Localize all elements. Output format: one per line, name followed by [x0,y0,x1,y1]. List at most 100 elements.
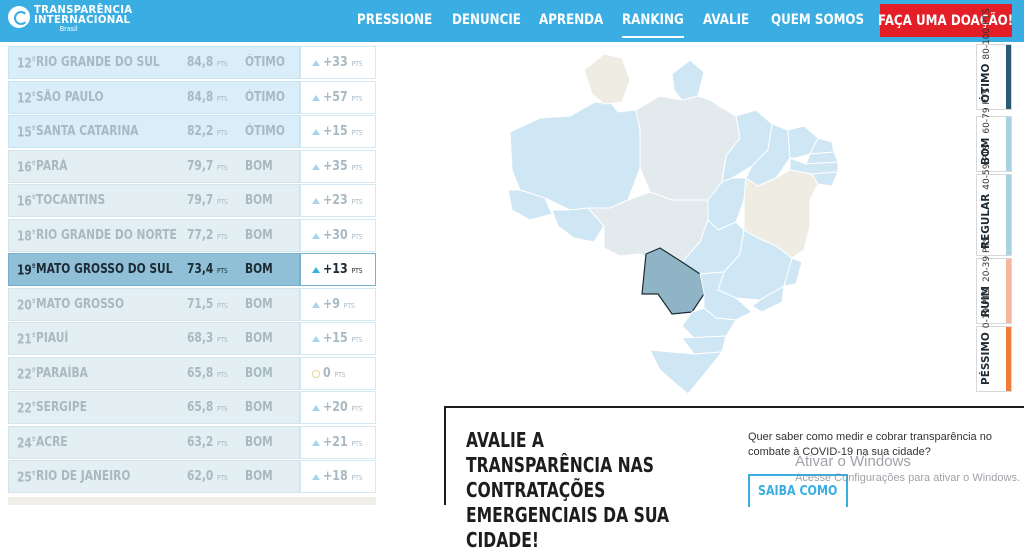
ranking-row[interactable]: 12º SÃO PAULO 84,8 PTS ÓTIMO +57 PTS [8,81,376,114]
banner-text: Quer saber como medir e cobrar transparê… [748,431,992,458]
ranking-row-main: 12º RIO GRANDE DO SUL 84,8 PTS ÓTIMO [8,46,300,79]
grade-legend: ÓTIMO80-100 PTS BOM60-79 PTS REGULAR40-5… [976,8,1012,394]
score-delta: +20 PTS [323,400,363,415]
ranking-row-main: 16º TOCANTINS 79,7 PTS BOM [8,184,300,217]
ranking-row-main: 12º SÃO PAULO 84,8 PTS ÓTIMO [8,81,300,114]
state-score: 62,0 PTS [187,469,228,484]
ranking-row[interactable]: 19º MATO GROSSO DO SUL 73,4 PTS BOM +13 PTS [8,253,376,286]
logo-subtitle: Brasil [59,25,78,33]
state-score: 73,4 PTS [187,262,228,277]
state-grade: BOM [245,400,273,415]
trend-up-icon [312,95,320,101]
ranking-row-main: 24º ACRE 63,2 PTS BOM [8,426,300,459]
state-score: 82,2 PTS [187,124,228,139]
score-delta: +35 PTS [323,159,363,174]
trend-up-icon [312,405,320,411]
ranking-row-main: 25º RIO DE JANEIRO 62,0 PTS BOM [8,460,300,493]
logo[interactable]: TRANSPARÊNCIA INTERNACIONAL Brasil [8,4,141,37]
trend-up-icon [312,164,320,170]
ranking-trend: +57 PTS [300,81,376,114]
ranking-trend: +30 PTS [300,219,376,252]
state-grade: BOM [245,228,273,243]
ranking-trend: +35 PTS [300,150,376,183]
trend-up-icon [312,474,320,480]
ranking-row[interactable]: 16º TOCANTINS 79,7 PTS BOM +23 PTS [8,184,376,217]
ranking-row[interactable]: 18º RIO GRANDE DO NORTE 77,2 PTS BOM +30 PTS [8,219,376,252]
state-score: 71,5 PTS [187,297,228,312]
state-score: 63,2 PTS [187,435,228,450]
banner-title: AVALIE A TRANSPARÊNCIA NAS CONTRATAÇÕES … [466,428,670,552]
legend-range: 80-100 PTS [982,8,992,60]
ranking-position: 21º [17,331,36,348]
state-grade: ÓTIMO [245,90,285,105]
ranking-position: 22º [17,366,36,383]
ranking-row-main: 15º SANTA CATARINA 82,2 PTS ÓTIMO [8,115,300,148]
nav-aprenda[interactable]: APRENDA [539,12,603,28]
ranking-row-main: 22º PARAÍBA 65,8 PTS BOM [8,357,300,390]
state-name: SERGIPE [36,400,87,415]
ranking-position: 22º [17,400,36,417]
top-navigation-bar: TRANSPARÊNCIA INTERNACIONAL Brasil PRESS… [0,0,1024,42]
state-score: 77,2 PTS [187,228,228,243]
ranking-row[interactable]: 24º ACRE 63,2 PTS BOM +21 PTS [8,426,376,459]
map-state-rio-grande-do-sul[interactable] [649,349,724,395]
ranking-row-main: 19º MATO GROSSO DO SUL 73,4 PTS BOM [8,253,300,286]
state-score: 68,3 PTS [187,331,228,346]
globe-logo-icon [8,6,30,28]
ranking-position: 15º [17,124,36,141]
ranking-position: 16º [17,193,36,210]
state-name: MATO GROSSO DO SUL [36,262,173,277]
nav-avalie[interactable]: AVALIE [703,12,749,28]
map-state-santa-catarina[interactable] [681,335,727,355]
ranking-trend: +18 PTS [300,460,376,493]
nav-pressione[interactable]: PRESSIONE [357,12,432,28]
ranking-row-main: 21º PIAUÍ 68,3 PTS BOM [8,322,300,355]
ranking-trend: +9 PTS [300,288,376,321]
state-name: PIAUÍ [36,331,69,346]
donate-button[interactable]: FAÇA UMA DOAÇÃO! [878,4,1014,37]
ranking-trend: +15 PTS [300,115,376,148]
ranking-position: 12º [17,55,36,72]
score-delta: +23 PTS [323,193,363,208]
legend-range: 60-79 PTS [982,87,992,134]
ranking-row[interactable]: 12º RIO GRANDE DO SUL 84,8 PTS ÓTIMO +33 PTS [8,46,376,79]
ranking-position: 16º [17,159,36,176]
saiba-como-button[interactable]: SAIBA COMO [748,474,848,507]
ranking-trend: +21 PTS [300,426,376,459]
score-delta: +15 PTS [323,331,363,346]
ranking-position: 18º [17,228,36,245]
ranking-row[interactable]: 21º PIAUÍ 68,3 PTS BOM +15 PTS [8,322,376,355]
trend-up-icon [312,336,320,342]
legend-pessimo[interactable]: PÉSSIMO 0-19 PTS [976,288,1012,392]
state-name: RIO GRANDE DO NORTE [36,228,177,243]
ranking-trend: +23 PTS [300,184,376,217]
state-grade: ÓTIMO [245,55,285,70]
ranking-row[interactable]: 15º SANTA CATARINA 82,2 PTS ÓTIMO +15 PTS [8,115,376,148]
legend-color-bar [1006,175,1011,255]
map-state-amapa[interactable] [671,59,705,101]
score-delta: +21 PTS [323,435,363,450]
trend-up-icon [312,267,320,273]
state-grade: ÓTIMO [245,124,285,139]
score-delta: +30 PTS [323,228,363,243]
ranking-row-main: 22º SERGIPE 65,8 PTS BOM [8,391,300,424]
nav-denuncie[interactable]: DENUNCIE [452,12,521,28]
ranking-trend: +20 PTS [300,391,376,424]
ranking-row-main: 20º MATO GROSSO 71,5 PTS BOM [8,288,300,321]
state-score: 65,8 PTS [187,400,228,415]
ranking-row[interactable]: 25º RIO DE JANEIRO 62,0 PTS BOM +18 PTS [8,460,376,493]
state-grade: BOM [245,435,273,450]
state-grade: BOM [245,366,273,381]
ranking-row[interactable]: 16º PARÁ 79,7 PTS BOM +35 PTS [8,150,376,183]
evaluate-city-banner: AVALIE A TRANSPARÊNCIA NAS CONTRATAÇÕES … [444,406,1024,552]
map-state-roraima[interactable] [583,53,631,105]
state-score: 79,7 PTS [187,159,228,174]
ranking-row[interactable]: 22º SERGIPE 65,8 PTS BOM +20 PTS [8,391,376,424]
ranking-row[interactable]: 22º PARAÍBA 65,8 PTS BOM 0 PTS [8,357,376,390]
ranking-trend: +33 PTS [300,46,376,79]
state-score: 65,8 PTS [187,366,228,381]
brazil-map [507,53,839,395]
nav-ranking[interactable]: RANKING [622,12,684,38]
nav-quem-somos[interactable]: QUEM SOMOS [771,12,864,28]
ranking-row[interactable]: 20º MATO GROSSO 71,5 PTS BOM +9 PTS [8,288,376,321]
